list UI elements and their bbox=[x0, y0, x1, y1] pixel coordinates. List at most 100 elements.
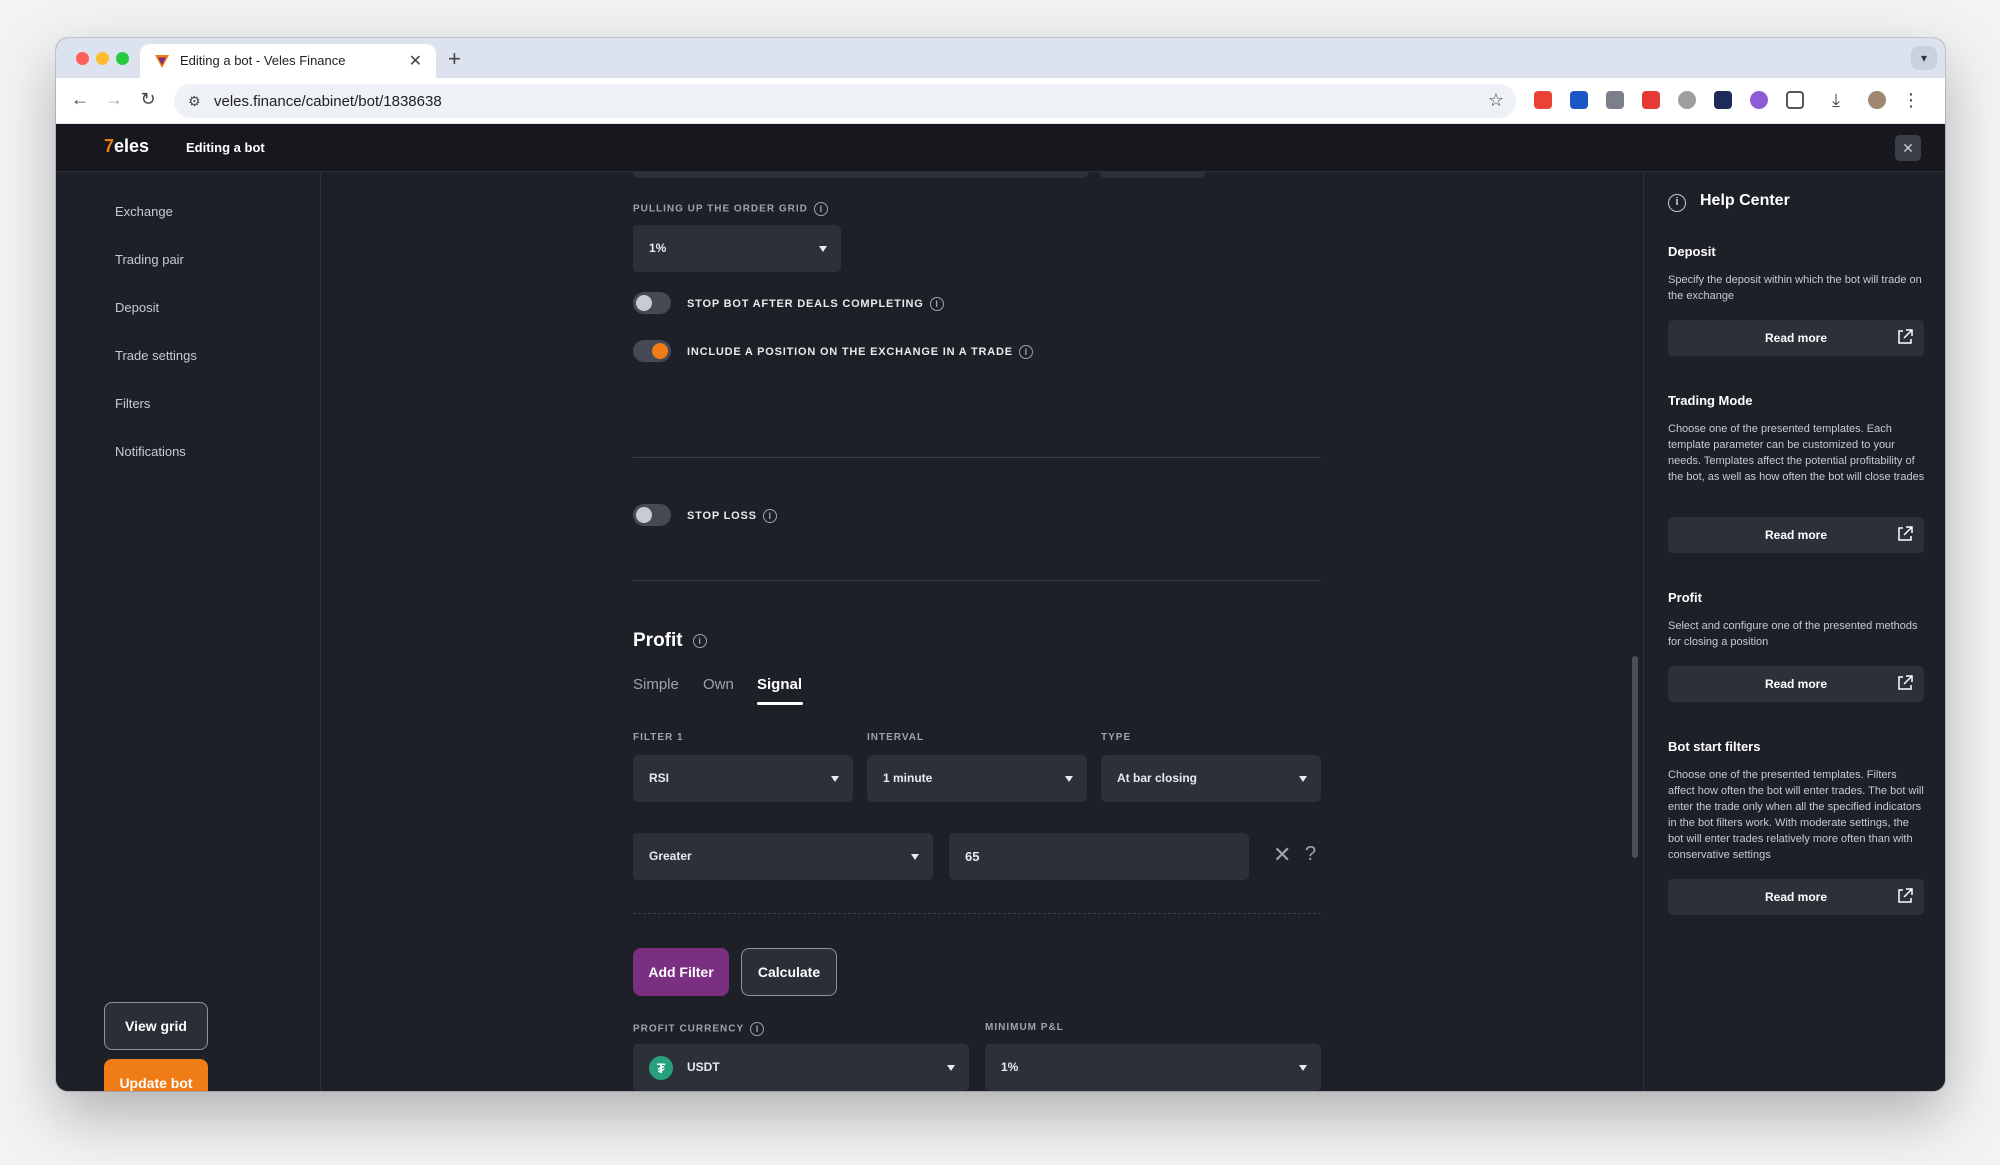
info-icon[interactable]: i bbox=[813, 202, 828, 216]
include-position-label: INCLUDE A POSITION ON THE EXCHANGE IN A … bbox=[687, 345, 1033, 359]
read-more-button[interactable]: Read more bbox=[1668, 517, 1924, 553]
add-filter-button[interactable]: Add Filter bbox=[633, 948, 729, 996]
stop-loss-toggle[interactable] bbox=[633, 504, 671, 526]
tab-signal[interactable]: Signal bbox=[757, 676, 802, 693]
extensions-puzzle-icon[interactable] bbox=[1786, 91, 1804, 109]
sidebar-item-exchange[interactable]: Exchange bbox=[115, 204, 173, 219]
info-icon[interactable]: i bbox=[1018, 345, 1033, 359]
stop-after-deals-toggle[interactable] bbox=[633, 292, 671, 314]
help-section-text: Choose one of the presented templates. F… bbox=[1668, 769, 1924, 861]
external-link-icon bbox=[1898, 888, 1913, 903]
menu-kebab-icon[interactable]: ⋮ bbox=[1902, 91, 1920, 109]
tab-own[interactable]: Own bbox=[703, 676, 734, 693]
sidebar: Exchange Trading pair Deposit Trade sett… bbox=[56, 172, 321, 1091]
read-more-button[interactable]: Read more bbox=[1668, 666, 1924, 702]
view-grid-button[interactable]: View grid bbox=[104, 1002, 208, 1050]
browser-toolbar: ← → ↻ ⚙ veles.finance/cabinet/bot/183863… bbox=[56, 78, 1945, 124]
reload-icon[interactable]: ↻ bbox=[136, 89, 160, 110]
external-link-icon bbox=[1898, 526, 1913, 541]
bookmark-star-icon[interactable]: ☆ bbox=[1488, 90, 1504, 111]
help-section-title: Trading Mode bbox=[1668, 393, 1753, 408]
extension-icon[interactable] bbox=[1714, 91, 1732, 109]
interval-select[interactable]: 1 minute bbox=[867, 755, 1087, 802]
close-window-button[interactable] bbox=[76, 52, 89, 65]
gmail-extension-icon[interactable] bbox=[1534, 91, 1552, 109]
extension-icon[interactable] bbox=[1750, 91, 1768, 109]
active-tab-indicator bbox=[757, 702, 803, 705]
threshold-input[interactable] bbox=[949, 833, 1249, 880]
filter-select[interactable]: RSI bbox=[633, 755, 853, 802]
read-more-label: Read more bbox=[1764, 890, 1828, 904]
extension-icon[interactable] bbox=[1606, 91, 1624, 109]
sidebar-item-notifications[interactable]: Notifications bbox=[115, 444, 186, 459]
site-settings-icon[interactable]: ⚙ bbox=[188, 93, 201, 110]
help-section-title: Profit bbox=[1668, 590, 1702, 605]
maximize-window-button[interactable] bbox=[116, 52, 129, 65]
currency-value: USDT bbox=[687, 1060, 720, 1074]
type-select[interactable]: At bar closing bbox=[1101, 755, 1321, 802]
extension-icon[interactable] bbox=[1570, 91, 1588, 109]
info-icon[interactable]: i bbox=[692, 633, 707, 648]
include-position-toggle[interactable] bbox=[633, 340, 671, 362]
download-icon[interactable]: ⤓ bbox=[1832, 91, 1850, 109]
tab-title: Editing a bot - Veles Finance bbox=[180, 53, 346, 68]
browser-window: Editing a bot - Veles Finance ✕ + ▾ ← → … bbox=[56, 38, 1945, 1091]
extension-icon[interactable] bbox=[1678, 91, 1696, 109]
sidebar-item-filters[interactable]: Filters bbox=[115, 396, 150, 411]
sidebar-item-trading-pair[interactable]: Trading pair bbox=[115, 252, 184, 267]
app-header: 7eles Editing a bot ✕ bbox=[56, 124, 1945, 172]
help-section-title: Bot start filters bbox=[1668, 739, 1761, 754]
dashed-divider bbox=[633, 913, 1321, 914]
minimum-pnl-select[interactable]: 1% bbox=[985, 1044, 1321, 1091]
pulling-up-label: PULLING UP THE ORDER GRID i bbox=[633, 202, 828, 216]
pulling-up-select[interactable]: 1% bbox=[633, 225, 841, 272]
help-section-text: Select and configure one of the presente… bbox=[1668, 620, 1918, 648]
filter-value: RSI bbox=[649, 771, 670, 785]
browser-tab[interactable]: Editing a bot - Veles Finance ✕ bbox=[140, 44, 436, 78]
profile-avatar[interactable] bbox=[1868, 91, 1886, 109]
info-icon[interactable]: i bbox=[929, 297, 944, 311]
info-icon[interactable]: i bbox=[762, 509, 777, 523]
threshold-field[interactable] bbox=[949, 833, 1249, 880]
close-help-icon[interactable]: ✕ bbox=[1895, 135, 1921, 161]
help-question-icon[interactable]: ? bbox=[1305, 843, 1316, 866]
stop-after-deals-label-text: STOP BOT AFTER DEALS COMPLETING bbox=[687, 297, 924, 310]
back-icon[interactable]: ← bbox=[68, 89, 92, 110]
read-more-button[interactable]: Read more bbox=[1668, 879, 1924, 915]
profit-currency-label-text: PROFIT CURRENCY bbox=[633, 1023, 745, 1035]
tether-icon: ₮ bbox=[649, 1056, 673, 1080]
include-position-label-text: INCLUDE A POSITION ON THE EXCHANGE IN A … bbox=[687, 345, 1013, 358]
veles-logo[interactable]: 7eles bbox=[104, 136, 149, 157]
chevron-down-icon bbox=[911, 854, 919, 860]
help-center-panel: i Help Center Deposit Specify the deposi… bbox=[1643, 172, 1945, 1091]
profit-currency-select[interactable]: ₮ USDT bbox=[633, 1044, 969, 1091]
address-bar[interactable]: ⚙ veles.finance/cabinet/bot/1838638 ☆ bbox=[174, 84, 1516, 118]
select-partial[interactable] bbox=[633, 172, 1088, 178]
calculate-button[interactable]: Calculate bbox=[741, 948, 837, 996]
read-more-button[interactable]: Read more bbox=[1668, 320, 1924, 356]
remove-filter-icon[interactable]: ✕ bbox=[1273, 842, 1291, 868]
tab-close-icon[interactable]: ✕ bbox=[409, 51, 422, 71]
page-title: Editing a bot bbox=[186, 140, 265, 155]
veles-favicon-icon bbox=[155, 55, 169, 68]
update-bot-button[interactable]: Update bot bbox=[104, 1059, 208, 1091]
toggle-knob bbox=[652, 343, 668, 359]
url-text[interactable]: veles.finance/cabinet/bot/1838638 bbox=[214, 93, 442, 110]
new-tab-button[interactable]: + bbox=[448, 46, 461, 72]
filter-label: FILTER 1 bbox=[633, 732, 684, 743]
minimize-window-button[interactable] bbox=[96, 52, 109, 65]
sidebar-item-trade-settings[interactable]: Trade settings bbox=[115, 348, 197, 363]
tab-search-icon[interactable]: ▾ bbox=[1911, 46, 1937, 70]
logo-mark: 7 bbox=[104, 136, 115, 156]
read-more-label: Read more bbox=[1764, 677, 1828, 691]
stop-after-deals-label: STOP BOT AFTER DEALS COMPLETING i bbox=[687, 297, 944, 311]
scrollbar[interactable] bbox=[1632, 656, 1638, 858]
select-partial[interactable] bbox=[1100, 172, 1205, 178]
forward-icon[interactable]: → bbox=[102, 89, 126, 110]
tab-simple[interactable]: Simple bbox=[633, 676, 679, 693]
extension-icon[interactable] bbox=[1642, 91, 1660, 109]
help-section-text: Choose one of the presented templates. E… bbox=[1668, 423, 1925, 483]
condition-select[interactable]: Greater bbox=[633, 833, 933, 880]
sidebar-item-deposit[interactable]: Deposit bbox=[115, 300, 159, 315]
info-icon[interactable]: i bbox=[750, 1022, 765, 1036]
